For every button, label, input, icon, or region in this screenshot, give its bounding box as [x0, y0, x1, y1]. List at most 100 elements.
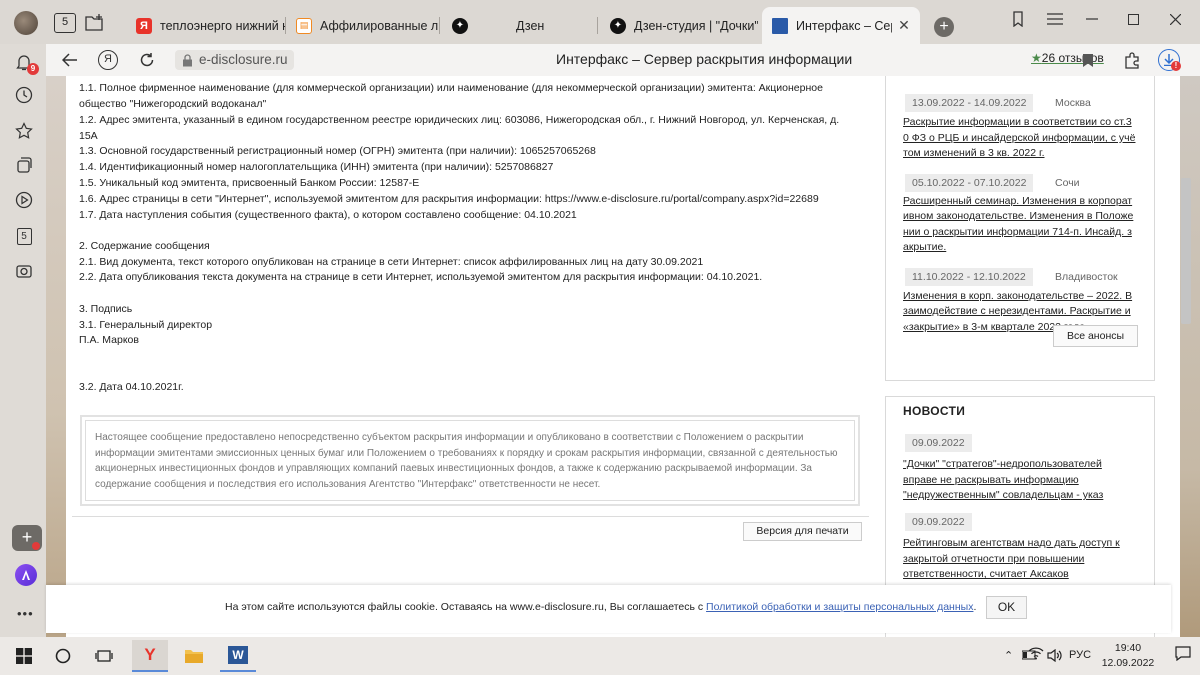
more-dots-icon[interactable]: ••• — [17, 606, 34, 621]
notification-badge: 9 — [27, 63, 39, 75]
url-text: e-disclosure.ru — [199, 52, 288, 67]
event-link-line[interactable]: акрытие. — [903, 240, 1143, 256]
refresh-icon[interactable] — [135, 48, 159, 72]
right-column: 13.09.2022 - 14.09.2022 Москва Раскрытие… — [885, 76, 1155, 637]
section-heading: 3. Подпись — [79, 303, 133, 315]
disclaimer-text: Настоящее сообщение предоставлено непоср… — [85, 420, 855, 501]
action-center-icon[interactable] — [1175, 646, 1191, 664]
download-alert-icon: ! — [1171, 61, 1181, 71]
news-link-line[interactable]: ответственности, считает Аксаков — [903, 567, 1143, 583]
yandex-icon: Я — [136, 17, 152, 34]
doc-icon: ▤ — [296, 17, 312, 34]
yandex-home-icon[interactable]: Я — [96, 48, 120, 72]
address-bar[interactable]: e-disclosure.ru Интерфакс – Сервер раскр… — [171, 48, 1171, 72]
event-link-line[interactable]: заимодействие с нерезидентами. Раскрытие… — [903, 304, 1143, 320]
minimize-button[interactable] — [1077, 8, 1107, 30]
lock-icon — [182, 53, 193, 73]
content-line: общество "Нижегородский водоканал" — [79, 98, 267, 110]
downloads-icon[interactable]: ! — [1157, 48, 1181, 72]
event-link-line[interactable]: нии о раскрытии информации 714-п. Инсайд… — [903, 225, 1143, 241]
volume-icon[interactable] — [1047, 648, 1062, 665]
tab-1[interactable]: Я теплоэнерго нижний н — [124, 7, 286, 44]
keyboard-language[interactable]: РУС — [1069, 649, 1091, 661]
bookmarks-collection-icon[interactable] — [1003, 8, 1033, 30]
tab-title: Дзен — [516, 18, 545, 33]
content-line: 1.4. Идентификационный номер налогоплате… — [79, 161, 554, 173]
content-line: 2.2. Дата опубликования текста документа… — [79, 271, 763, 283]
new-tab-button[interactable]: + — [934, 17, 954, 37]
new-folder-icon[interactable] — [84, 14, 104, 32]
notifications-bell-icon[interactable]: 9 — [14, 52, 39, 75]
event-link-line[interactable]: ивном законодательстве. Изменения в Поло… — [903, 209, 1143, 225]
cookie-ok-button[interactable]: OK — [986, 596, 1027, 619]
menu-icon[interactable] — [1040, 8, 1070, 30]
browser-sidebar: 9 5 + ••• — [0, 44, 46, 637]
tab-5-active[interactable]: Интерфакс – Серве ✕ — [762, 7, 920, 44]
news-link-line[interactable]: Рейтинговым агентствам надо дать доступ … — [903, 536, 1143, 552]
maximize-button[interactable] — [1118, 8, 1148, 30]
tab-title: Аффилированные лиц — [320, 18, 440, 33]
news-link-line[interactable]: "Дочки" "стратегов"-недропользователей — [903, 457, 1143, 473]
back-arrow-icon[interactable] — [58, 48, 82, 72]
content-line: 3.1. Генеральный директор — [79, 319, 213, 331]
wifi-icon[interactable] — [1028, 647, 1044, 663]
cookie-banner: На этом сайте используются файлы cookie.… — [46, 585, 1171, 633]
tab-counter-button[interactable]: 5 — [54, 13, 76, 33]
event-city: Сочи — [1055, 177, 1080, 189]
tray-chevron-icon[interactable]: ⌃ — [1004, 649, 1013, 662]
disclaimer-box: Настоящее сообщение предоставлено непоср… — [80, 415, 860, 506]
close-window-button[interactable] — [1160, 8, 1190, 30]
file-explorer-icon[interactable] — [176, 640, 212, 672]
task-view-icon[interactable] — [86, 640, 122, 672]
scrollbar-thumb[interactable] — [1181, 178, 1191, 324]
announcements-box: 13.09.2022 - 14.09.2022 Москва Раскрытие… — [885, 76, 1155, 381]
news-link-line[interactable]: "недружественным" совладельцам - указ — [903, 488, 1143, 504]
alice-assistant-icon[interactable] — [15, 564, 37, 586]
cookie-text: На этом сайте используются файлы cookie.… — [225, 601, 976, 613]
yandex-browser-taskbar-icon[interactable]: Y — [132, 640, 168, 672]
favorites-star-icon[interactable] — [14, 121, 34, 141]
profile-avatar[interactable] — [14, 11, 38, 35]
page-scrollbar[interactable] — [1180, 76, 1192, 637]
print-version-button[interactable]: Версия для печати — [743, 522, 862, 541]
tab-3[interactable]: ✦ Дзен — [440, 7, 598, 44]
event-link-line[interactable]: том изменений в 3 кв. 2022 г. — [903, 146, 1143, 162]
news-link-line[interactable]: вправе не раскрывать информацию — [903, 473, 1143, 489]
divider — [72, 516, 869, 517]
tab-4[interactable]: ✦ Дзен-студия | "Дочки" — [598, 7, 758, 44]
collections-icon[interactable] — [14, 155, 34, 175]
event-city: Москва — [1055, 97, 1091, 109]
all-announcements-button[interactable]: Все анонсы — [1053, 325, 1138, 347]
url-field[interactable]: e-disclosure.ru — [175, 50, 294, 70]
privacy-policy-link[interactable]: Политикой обработки и защиты персональны… — [706, 601, 973, 613]
event-date: 11.10.2022 - 12.10.2022 — [905, 268, 1033, 286]
history-clock-icon[interactable] — [14, 85, 34, 105]
system-clock[interactable]: 19:40 12.09.2022 — [1093, 641, 1163, 671]
content-line: 1.2. Адрес эмитента, указанный в едином … — [79, 114, 840, 126]
message-content: 1.1. Полное фирменное наименование (для … — [72, 76, 872, 637]
section-heading: 2. Содержание сообщения — [79, 240, 210, 252]
event-city: Владивосток — [1055, 271, 1118, 283]
video-play-icon[interactable] — [14, 190, 34, 210]
extensions-icon[interactable] — [1120, 48, 1144, 72]
tab-2[interactable]: ▤ Аффилированные лиц — [286, 7, 440, 44]
tab-counter-5-icon[interactable]: 5 — [14, 226, 34, 246]
screenshot-camera-icon[interactable] — [14, 261, 34, 281]
close-tab-icon[interactable]: ✕ — [896, 17, 912, 34]
word-icon[interactable]: W — [220, 640, 256, 672]
event-link-line[interactable]: Изменения в корп. законодательстве – 202… — [903, 289, 1143, 305]
windows-start-icon[interactable] — [6, 640, 42, 672]
news-link-line[interactable]: закрытой отчетности при повышении — [903, 552, 1143, 568]
event-link-line[interactable]: Раскрытие информации в соответствии со с… — [903, 115, 1143, 131]
cookie-message: На этом сайте используются файлы cookie.… — [225, 601, 707, 613]
add-alert-dot-icon — [32, 542, 40, 550]
dzen-icon: ✦ — [610, 17, 626, 34]
content-line: 1.5. Уникальный код эмитента, присвоенны… — [79, 177, 420, 189]
page-title: Интерфакс – Сервер раскрытия информации — [556, 51, 853, 67]
bookmark-icon[interactable] — [1076, 48, 1100, 72]
search-circle-icon[interactable] — [45, 640, 81, 672]
clock-time: 19:40 — [1114, 642, 1142, 654]
clock-date: 12.09.2022 — [1101, 657, 1155, 669]
event-link-line[interactable]: Расширенный семинар. Изменения в корпора… — [903, 194, 1143, 210]
event-link-line[interactable]: 0 ФЗ о РЦБ и инсайдерской информации, с … — [903, 131, 1143, 147]
